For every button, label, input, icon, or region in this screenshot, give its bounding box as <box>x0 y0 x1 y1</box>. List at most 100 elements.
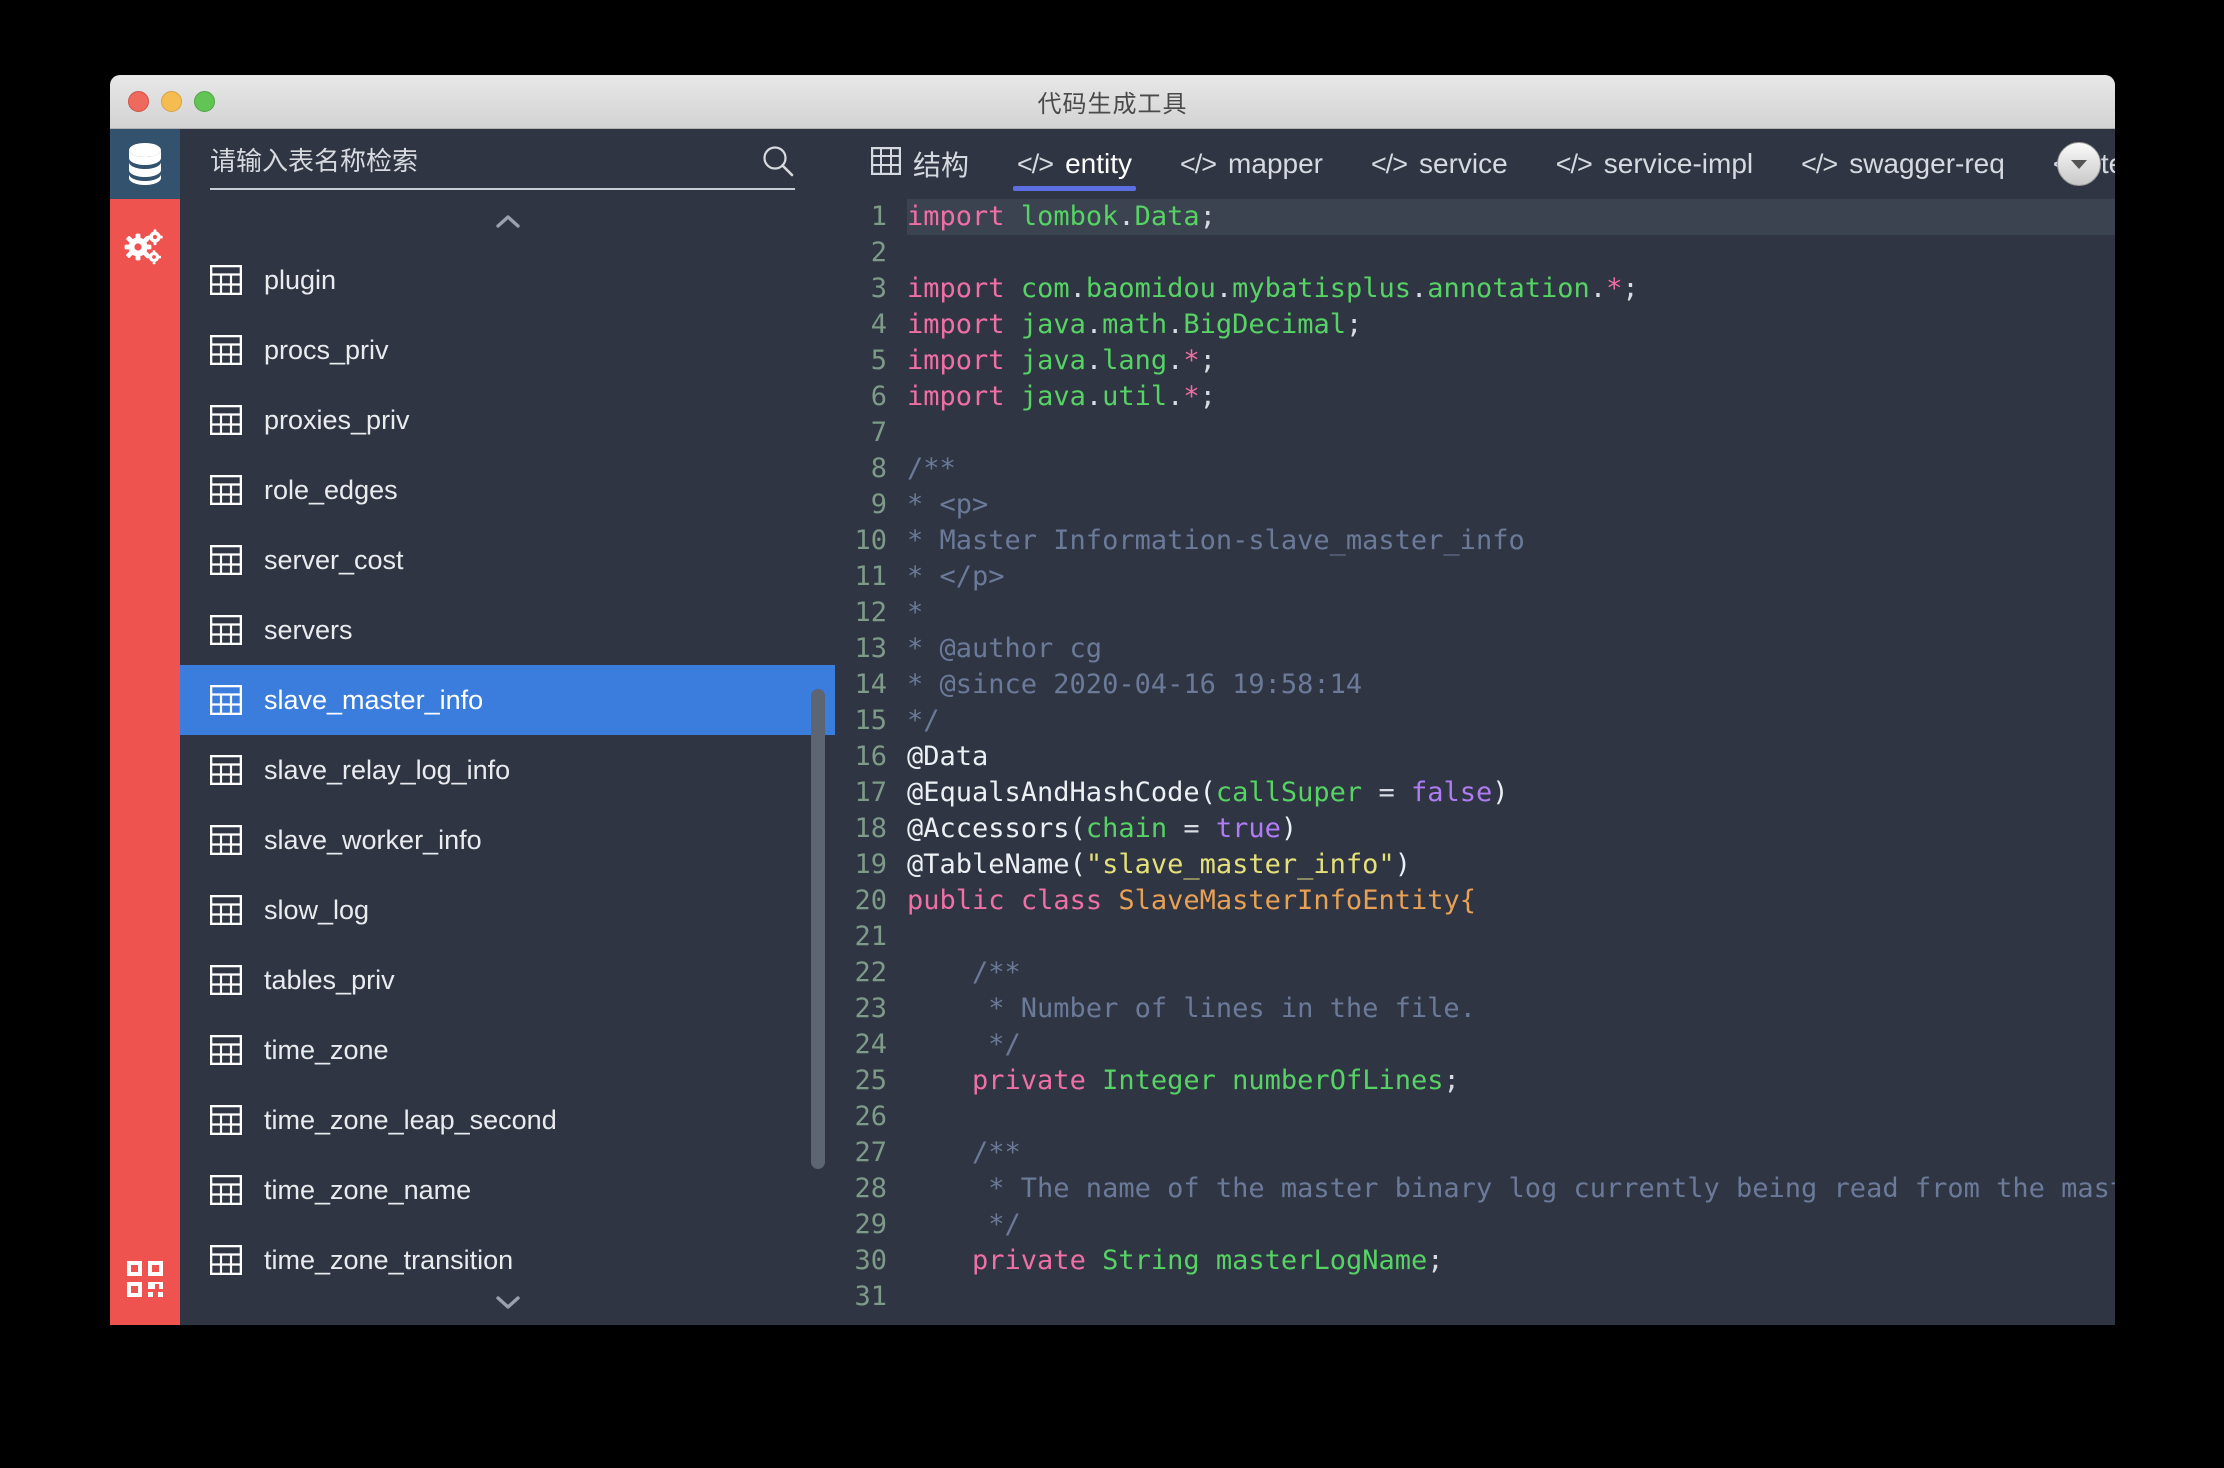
table-list-item[interactable]: time_zone <box>180 1015 835 1085</box>
line-number: 25 <box>835 1063 907 1099</box>
list-scrollbar[interactable] <box>811 689 825 1169</box>
line-number: 6 <box>835 379 907 415</box>
search-row <box>180 129 835 199</box>
table-icon <box>210 1105 242 1135</box>
tab-overflow-button[interactable] <box>2057 142 2101 186</box>
code-line: 24 */ <box>835 1027 2115 1063</box>
code-line: 21 <box>835 919 2115 955</box>
tab-结构[interactable]: 结构 <box>847 129 993 199</box>
token: /** <box>907 453 956 484</box>
tab-label: 结构 <box>913 144 969 184</box>
table-icon <box>210 475 242 505</box>
tab-entity[interactable]: </>entity <box>993 129 1156 199</box>
table-icon <box>210 1035 242 1065</box>
scroll-up-button[interactable] <box>180 199 835 245</box>
grid-icon <box>871 147 901 182</box>
table-list-item[interactable]: plugin <box>180 245 835 315</box>
table-list-item[interactable]: time_zone_leap_second <box>180 1085 835 1155</box>
tab-service-impl[interactable]: </> service-impl <box>1532 129 1777 199</box>
search-field[interactable] <box>210 144 795 190</box>
table-list-item[interactable]: slave_worker_info <box>180 805 835 875</box>
token: BigDecimal <box>1183 309 1346 340</box>
tab-swagger-req[interactable]: </> swagger-req <box>1777 129 2029 199</box>
token: * The name of the master binary log curr… <box>907 1173 2115 1204</box>
table-list-item[interactable]: slave_master_info <box>180 665 835 735</box>
code-line: 27 /** <box>835 1135 2115 1171</box>
token: Data <box>1135 201 1200 232</box>
table-list-item[interactable]: tables_priv <box>180 945 835 1015</box>
table-list-item[interactable]: role_edges <box>180 455 835 525</box>
code-icon: </> <box>1556 149 1592 180</box>
line-number: 17 <box>835 775 907 811</box>
table-list-item[interactable]: proxies_priv <box>180 385 835 455</box>
line-number: 14 <box>835 667 907 703</box>
token <box>1005 381 1021 412</box>
rail-database-panel[interactable] <box>110 129 180 199</box>
code-line: 18@Accessors(chain = true) <box>835 811 2115 847</box>
line-number: 30 <box>835 1243 907 1279</box>
tab-mapper[interactable]: </>mapper <box>1156 129 1347 199</box>
table-list-item[interactable]: server_cost <box>180 525 835 595</box>
code-line: 19@TableName("slave_master_info") <box>835 847 2115 883</box>
search-icon[interactable] <box>761 144 795 178</box>
token: ( <box>1070 813 1086 844</box>
gears-icon[interactable] <box>119 221 171 273</box>
token: = <box>1167 813 1216 844</box>
table-list-item-label: time_zone_transition <box>264 1245 513 1276</box>
token: import <box>907 381 1005 412</box>
table-list-item[interactable]: slave_relay_log_info <box>180 735 835 805</box>
table-list-item[interactable]: procs_priv <box>180 315 835 385</box>
table-list-item-label: role_edges <box>264 475 398 506</box>
token: * <box>1183 345 1199 376</box>
token: chain <box>1086 813 1167 844</box>
token: lombok <box>1021 201 1119 232</box>
token: ; <box>1200 381 1216 412</box>
token <box>1005 885 1021 916</box>
table-list-item[interactable]: servers <box>180 595 835 665</box>
chevron-down-circle-icon <box>2069 157 2089 171</box>
table-list[interactable]: plugin procs_priv proxies_priv role_edgesse… <box>180 245 835 1279</box>
tab-label: service-impl <box>1604 148 1753 180</box>
token: ; <box>1200 345 1216 376</box>
token: . <box>1086 345 1102 376</box>
table-list-item-label: procs_priv <box>264 335 389 366</box>
window-body: pluginprocs_privproxies_privrole_edgesse… <box>110 129 2115 1325</box>
code-line: 12* <box>835 595 2115 631</box>
line-number: 26 <box>835 1099 907 1135</box>
code-text: * @author cg <box>907 631 2115 667</box>
token: . <box>1411 273 1427 304</box>
code-line: 6import java.util.*; <box>835 379 2115 415</box>
table-icon <box>210 545 242 575</box>
tab-bar[interactable]: 结构 </>entity</>mapper</>service </> service… <box>835 129 2115 199</box>
token: */ <box>907 1209 1021 1240</box>
line-number: 21 <box>835 919 907 955</box>
code-editor[interactable]: 1import lombok.Data;2 3import com.baomid… <box>835 199 2115 1325</box>
scroll-down-button[interactable] <box>180 1279 835 1325</box>
token: import <box>907 201 1005 232</box>
code-text: /** <box>907 1135 2115 1171</box>
table-list-item[interactable]: time_zone_name <box>180 1155 835 1225</box>
table-icon <box>210 755 242 785</box>
code-text <box>907 1279 2115 1315</box>
search-input[interactable] <box>210 146 747 177</box>
table-list-item[interactable]: time_zone_transition <box>180 1225 835 1279</box>
token: . <box>1086 381 1102 412</box>
tab-service[interactable]: </>service <box>1347 129 1532 199</box>
table-icon <box>210 405 242 435</box>
table-icon <box>210 615 242 645</box>
code-icon: </> <box>1801 149 1837 180</box>
table-icon <box>210 1245 242 1275</box>
token <box>907 1065 972 1096</box>
left-rail <box>110 129 180 1325</box>
table-list-item-label: slow_log <box>264 895 369 926</box>
token: . <box>1070 273 1086 304</box>
table-list-item[interactable]: slow_log <box>180 875 835 945</box>
qrcode-icon[interactable] <box>125 1259 165 1299</box>
tab-label: swagger-req <box>1849 148 2005 180</box>
code-text: import java.util.*; <box>907 379 2115 415</box>
token: ; <box>1200 201 1216 232</box>
line-number: 20 <box>835 883 907 919</box>
line-number: 16 <box>835 739 907 775</box>
line-number: 27 <box>835 1135 907 1171</box>
token: . <box>1216 273 1232 304</box>
